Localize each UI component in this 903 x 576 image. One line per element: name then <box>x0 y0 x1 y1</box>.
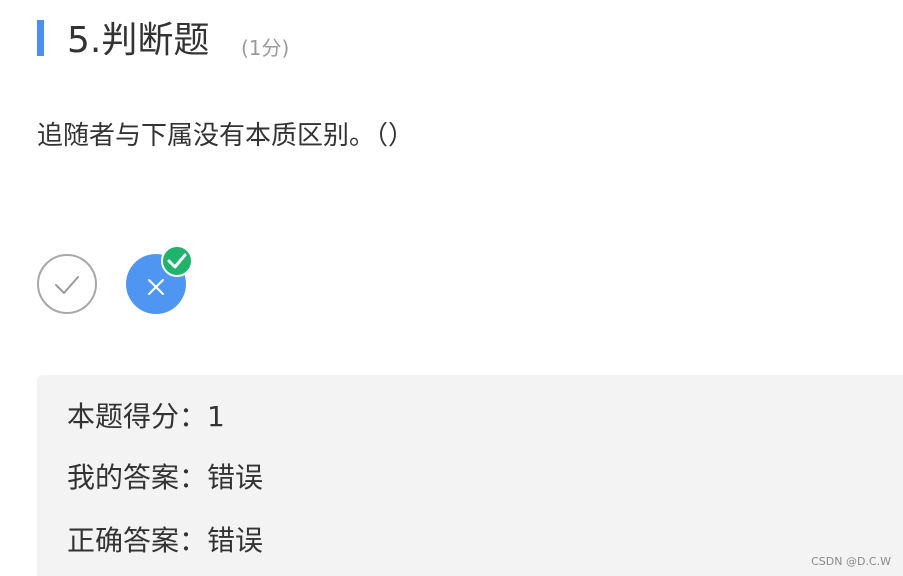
correct-answer-line: 正确答案：错误 <box>67 524 264 557</box>
title-accent-bar <box>37 20 44 56</box>
question-card: 5.判断题 (1分) 追随者与下属没有本质区别。（） 本题得分：1 我的答案：错… <box>0 0 903 576</box>
question-score-note: (1分) <box>241 36 290 60</box>
check-icon <box>55 276 79 294</box>
watermark: CSDN @D.C.W <box>811 555 891 568</box>
question-title: 5.判断题 <box>67 20 210 61</box>
option-true-button[interactable] <box>37 254 97 314</box>
answer-result-panel: 本题得分：1 我的答案：错误 正确答案：错误 <box>37 375 903 576</box>
my-answer-line: 我的答案：错误 <box>67 461 264 494</box>
check-icon <box>167 253 187 269</box>
correct-badge <box>161 245 193 277</box>
question-text: 追随者与下属没有本质区别。（） <box>37 121 415 151</box>
score-line: 本题得分：1 <box>67 400 225 433</box>
